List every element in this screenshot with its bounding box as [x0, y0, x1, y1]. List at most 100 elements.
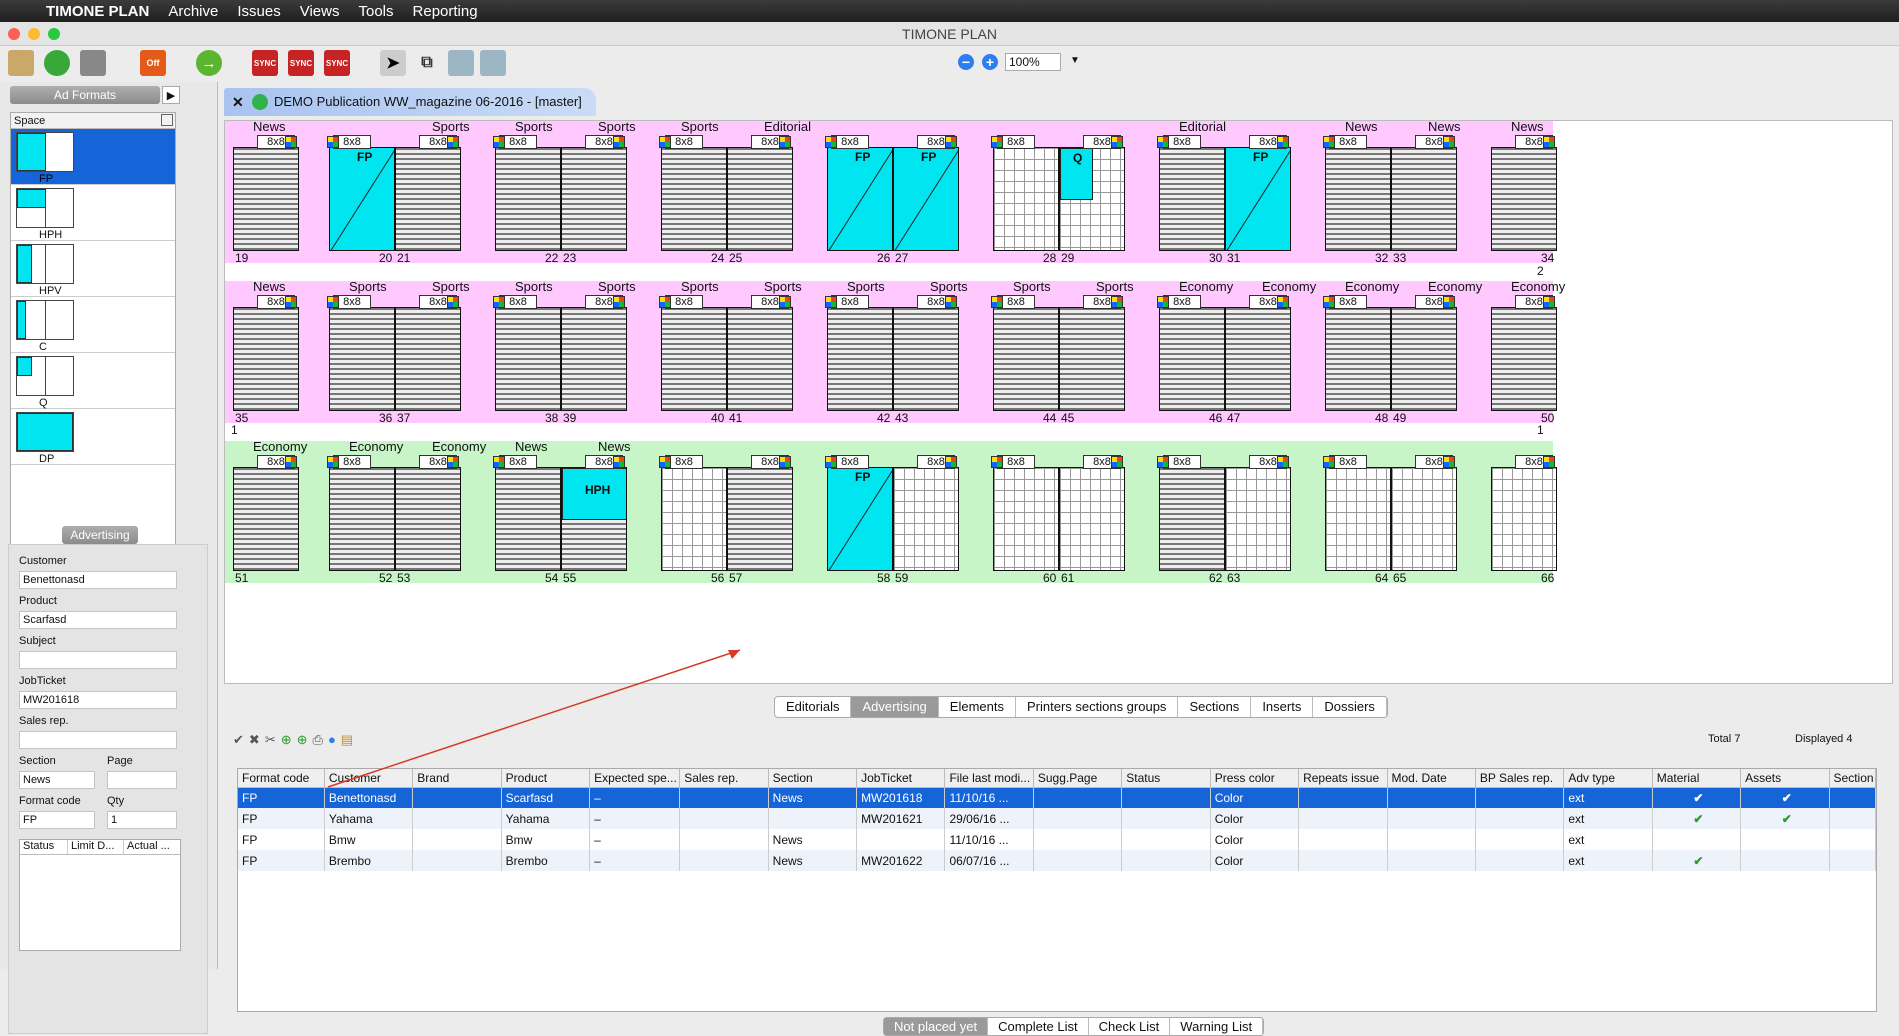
- column-header[interactable]: JobTicket: [856, 769, 946, 788]
- table-row[interactable]: FP Benettonasd Scarfasd – News MW201618 11/10/…: [238, 787, 1877, 808]
- page-thumbnail[interactable]: [1059, 307, 1125, 411]
- check-icon[interactable]: ✔: [233, 732, 244, 748]
- format-item-q[interactable]: Q: [11, 353, 175, 409]
- zoom-window-button[interactable]: [48, 28, 60, 40]
- page-thumbnail[interactable]: [661, 307, 727, 411]
- page-thumbnail[interactable]: [827, 307, 893, 411]
- column-header[interactable]: File last modi...: [944, 769, 1034, 788]
- refresh-icon[interactable]: [44, 50, 70, 76]
- menu-archive[interactable]: Archive: [168, 3, 218, 20]
- page-thumbnail[interactable]: [329, 467, 395, 571]
- table-row[interactable]: FP Yahama Yahama – MW201621 29/06/16 ... Color…: [238, 808, 1877, 829]
- go-arrow-icon[interactable]: →: [196, 50, 222, 76]
- tab-dossiers[interactable]: Dossiers: [1313, 697, 1387, 717]
- page-thumbnail[interactable]: [495, 307, 561, 411]
- sync-right-icon[interactable]: SYNC: [324, 50, 350, 76]
- page-thumbnail[interactable]: [1391, 307, 1457, 411]
- format-item-c[interactable]: C: [11, 297, 175, 353]
- cut-icon[interactable]: ✂: [265, 732, 276, 748]
- menu-issues[interactable]: Issues: [237, 3, 280, 20]
- page-thumbnail[interactable]: [395, 307, 461, 411]
- page-thumbnail[interactable]: [993, 147, 1059, 251]
- menu-reporting[interactable]: Reporting: [413, 3, 478, 20]
- page-thumbnail[interactable]: [233, 307, 299, 411]
- page-thumbnail[interactable]: FP: [329, 147, 395, 251]
- page-thumbnail[interactable]: [993, 467, 1059, 571]
- page-thumbnail[interactable]: [727, 467, 793, 571]
- format-item-fp[interactable]: FP: [11, 129, 175, 185]
- column-header[interactable]: Expected spe...: [589, 769, 681, 788]
- page-thumbnail[interactable]: [1159, 307, 1225, 411]
- page-thumbnail[interactable]: [1225, 467, 1291, 571]
- table-row[interactable]: FP Brembo Brembo – News MW201622 06/07/16 ... C…: [238, 850, 1877, 871]
- page-thumbnail[interactable]: FP: [1225, 147, 1291, 251]
- page-thumbnail[interactable]: [1325, 307, 1391, 411]
- print-small-icon[interactable]: ⎙: [313, 732, 323, 748]
- page-thumbnail[interactable]: [1325, 467, 1391, 571]
- page-thumbnail[interactable]: [1391, 467, 1457, 571]
- column-header[interactable]: Press color: [1210, 769, 1300, 788]
- menu-tools[interactable]: Tools: [358, 3, 393, 20]
- column-header[interactable]: Mod. Date: [1387, 769, 1476, 788]
- column-header[interactable]: Format code: [238, 769, 325, 788]
- page-thumbnail[interactable]: [329, 307, 395, 411]
- sales-rep-field[interactable]: [19, 731, 177, 749]
- page-thumbnail[interactable]: FP: [827, 147, 893, 251]
- play-circle-icon[interactable]: ●: [328, 732, 336, 748]
- page-thumbnail[interactable]: [561, 147, 627, 251]
- zoom-dropdown-icon[interactable]: ▼: [1070, 55, 1080, 66]
- page-thumbnail[interactable]: [395, 147, 461, 251]
- tab-sections[interactable]: Sections: [1178, 697, 1252, 717]
- table-row[interactable]: FP Bmw Bmw – News 11/10/16 ... Color ext: [238, 829, 1877, 850]
- page-thumbnail[interactable]: [893, 307, 959, 411]
- status-col[interactable]: Status: [20, 840, 68, 854]
- column-header[interactable]: Material: [1652, 769, 1742, 788]
- format-item-hpv[interactable]: HPV: [11, 241, 175, 297]
- close-window-button[interactable]: [8, 28, 20, 40]
- add-icon[interactable]: ⊕: [281, 732, 292, 748]
- tab-inserts[interactable]: Inserts: [1251, 697, 1314, 717]
- format-code-field[interactable]: FP: [19, 811, 95, 829]
- format-item-dp[interactable]: DP: [11, 409, 175, 465]
- column-header[interactable]: Status: [1121, 769, 1211, 788]
- page-thumbnail[interactable]: [233, 147, 299, 251]
- subject-field[interactable]: [19, 651, 177, 669]
- page-thumbnail[interactable]: [993, 307, 1059, 411]
- page-thumbnail[interactable]: [1159, 147, 1225, 251]
- page-thumbnail[interactable]: [661, 467, 727, 571]
- menu-app[interactable]: TIMONE PLAN: [46, 3, 149, 20]
- page-thumbnail[interactable]: [661, 147, 727, 251]
- actual-col[interactable]: Actual ...: [124, 840, 180, 854]
- tab-editorials[interactable]: Editorials: [775, 697, 852, 717]
- document-tab[interactable]: ✕ DEMO Publication WW_magazine 06-2016 -…: [224, 88, 596, 116]
- column-header[interactable]: Adv type: [1563, 769, 1653, 788]
- section-field[interactable]: News: [19, 771, 95, 789]
- limit-col[interactable]: Limit D...: [68, 840, 124, 854]
- tab-advertising[interactable]: Advertising: [851, 697, 939, 717]
- page-thumbnail[interactable]: [1491, 467, 1557, 571]
- swap-pages-icon[interactable]: ⧉: [414, 50, 440, 76]
- column-header[interactable]: Repeats issue: [1298, 769, 1388, 788]
- zoom-out-icon[interactable]: −: [958, 54, 974, 70]
- tab-complete-list[interactable]: Complete List: [988, 1018, 1089, 1035]
- qty-field[interactable]: 1: [107, 811, 177, 829]
- column-header[interactable]: Section: [768, 769, 858, 788]
- page-thumbnail[interactable]: [1325, 147, 1391, 251]
- format-item-hph[interactable]: HPH: [11, 185, 175, 241]
- page-thumbnail[interactable]: FP: [827, 467, 893, 571]
- customer-field[interactable]: Benettonasd: [19, 571, 177, 589]
- page-thumbnail[interactable]: [727, 307, 793, 411]
- column-header[interactable]: Product: [501, 769, 591, 788]
- column-header[interactable]: Brand: [412, 769, 502, 788]
- delete-icon[interactable]: ✖: [249, 732, 260, 748]
- open-folder-icon[interactable]: [8, 50, 34, 76]
- tab-elements[interactable]: Elements: [939, 697, 1016, 717]
- jobticket-field[interactable]: MW201618: [19, 691, 177, 709]
- column-header[interactable]: Sugg.Page: [1033, 769, 1123, 788]
- page-thumbnail[interactable]: [495, 147, 561, 251]
- page-thumbnail[interactable]: [893, 467, 959, 571]
- page-thumbnail[interactable]: [1225, 307, 1291, 411]
- sync-down-icon[interactable]: SYNC: [288, 50, 314, 76]
- menu-views[interactable]: Views: [300, 3, 340, 20]
- close-tab-icon[interactable]: ✕: [232, 88, 244, 116]
